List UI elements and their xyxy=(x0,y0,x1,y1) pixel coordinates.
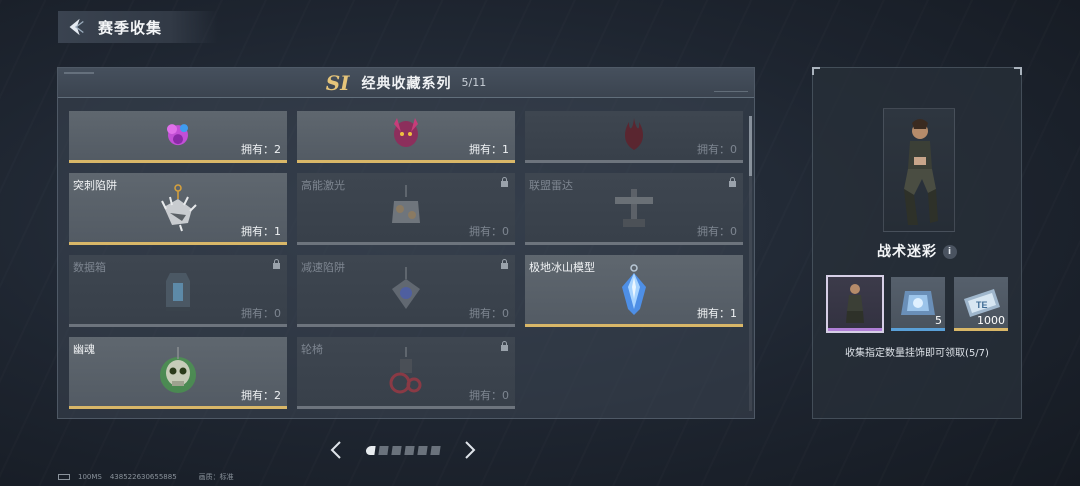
collection-card[interactable]: 突刺陷阱 拥有：1 xyxy=(69,173,287,245)
lock-icon xyxy=(501,177,508,187)
page-dot[interactable] xyxy=(378,445,389,455)
owned-count: 拥有：0 xyxy=(469,307,509,320)
owned-count: 拥有：0 xyxy=(469,389,509,402)
reward-panel: 战术迷彩 i 5 TE 1000 收集指定数量挂饰即可领取(5/7) xyxy=(812,67,1022,419)
collection-card[interactable]: 拥有：1 xyxy=(297,111,515,163)
collection-card[interactable]: 拥有：0 xyxy=(525,111,743,163)
series-progress: 5/11 xyxy=(461,76,487,89)
user-id: 438522630655885 xyxy=(109,473,177,481)
pagination xyxy=(326,437,486,463)
lock-icon xyxy=(729,177,736,187)
character-figure-icon xyxy=(904,119,938,225)
reward-items: 5 TE 1000 xyxy=(826,275,1008,333)
chevron-right-icon xyxy=(465,441,476,459)
wheelchair-icon xyxy=(389,346,422,393)
collection-card[interactable]: 数据箱 拥有：0 xyxy=(69,255,287,327)
item-name: 数据箱 xyxy=(73,261,106,274)
status-bar: 100MS 438522630655885 画质：标准 xyxy=(58,472,234,482)
jester-charm-icon xyxy=(394,117,418,147)
item-name: 突刺陷阱 xyxy=(73,179,117,192)
slow-trap-icon xyxy=(392,266,420,309)
owned-count: 拥有：0 xyxy=(697,225,737,238)
owned-count: 拥有：0 xyxy=(469,225,509,238)
reward-title: 战术迷彩 i xyxy=(813,241,1021,261)
corner-decoration xyxy=(812,67,820,75)
reward-item-skin[interactable] xyxy=(826,275,884,333)
item-name: 幽魂 xyxy=(73,343,95,356)
season-badge: SI xyxy=(325,70,350,95)
next-page-button[interactable] xyxy=(460,438,480,462)
spike-trap-icon xyxy=(161,183,197,231)
page-dot[interactable] xyxy=(391,445,402,455)
data-box-icon xyxy=(166,272,190,311)
ghost-skull-icon xyxy=(160,346,196,393)
reward-preview[interactable] xyxy=(883,108,955,232)
lock-icon xyxy=(501,341,508,351)
collection-card[interactable]: 极地冰山模型 拥有：1 xyxy=(525,255,743,327)
info-icon[interactable]: i xyxy=(943,245,957,259)
grid-scrollbar[interactable] xyxy=(749,116,752,411)
back-button[interactable] xyxy=(58,11,94,43)
collection-card[interactable]: 减速陷阱 拥有：0 xyxy=(297,255,515,327)
page-title: 赛季收集 xyxy=(98,18,163,37)
item-name: 减速陷阱 xyxy=(301,261,345,274)
owned-count: 拥有：1 xyxy=(697,307,737,320)
back-arrow-icon xyxy=(69,18,84,36)
ping-readout: 100MS xyxy=(78,473,102,481)
purple-ornament-icon xyxy=(167,123,188,145)
quality-label: 画质：标准 xyxy=(198,473,234,481)
prev-page-button[interactable] xyxy=(326,438,346,462)
item-name: 极地冰山模型 xyxy=(529,261,595,274)
owned-count: 拥有：2 xyxy=(241,143,281,156)
series-title: 经典收藏系列 xyxy=(361,75,452,92)
collection-grid: 拥有：2 拥有：1 拥有：0 突刺陷阱 拥有：1 高能激光 拥有：0 联盟雷达 … xyxy=(69,111,745,409)
series-header: SI 经典收藏系列 5/11 xyxy=(58,68,754,98)
dark-flame-icon xyxy=(624,117,644,150)
chevron-left-icon xyxy=(330,441,341,459)
page-dot-active[interactable] xyxy=(365,445,376,455)
reward-item-crate[interactable]: 5 xyxy=(891,277,945,331)
reward-quantity: 5 xyxy=(935,314,942,327)
page-dot[interactable] xyxy=(430,445,441,455)
header-decoration xyxy=(64,72,94,74)
scroll-thumb[interactable] xyxy=(749,116,752,176)
owned-count: 拥有：0 xyxy=(241,307,281,320)
reward-quantity: 1000 xyxy=(977,314,1005,327)
page-dot[interactable] xyxy=(404,445,415,455)
laser-icon xyxy=(392,184,420,223)
collection-card[interactable]: 联盟雷达 拥有：0 xyxy=(525,173,743,245)
collection-card[interactable]: 幽魂 拥有：2 xyxy=(69,337,287,409)
reward-item-ticket[interactable]: TE 1000 xyxy=(954,277,1008,331)
owned-count: 拥有：1 xyxy=(241,225,281,238)
lock-icon xyxy=(273,259,280,269)
item-name: 高能激光 xyxy=(301,179,345,192)
battery-icon xyxy=(58,474,70,480)
collection-card[interactable]: 高能激光 拥有：0 xyxy=(297,173,515,245)
owned-count: 拥有：2 xyxy=(241,389,281,402)
radar-icon xyxy=(615,188,653,227)
page-dot[interactable] xyxy=(417,445,428,455)
corner-decoration xyxy=(1014,67,1022,75)
collection-panel: SI 经典收藏系列 5/11 拥有：2 拥有：1 拥有：0 突刺陷阱 拥有：1 … xyxy=(57,67,755,419)
item-name: 联盟雷达 xyxy=(529,179,573,192)
svg-text:TE: TE xyxy=(976,300,988,310)
character-skin-icon xyxy=(846,284,864,323)
reward-description: 收集指定数量挂饰即可领取(5/7) xyxy=(845,348,989,359)
owned-count: 拥有：1 xyxy=(469,143,509,156)
page-header: 赛季收集 xyxy=(58,11,218,43)
collection-card[interactable]: 拥有：2 xyxy=(69,111,287,163)
iceberg-crystal-icon xyxy=(622,263,646,315)
item-name: 轮椅 xyxy=(301,343,323,356)
reward-name: 战术迷彩 xyxy=(877,244,937,260)
header-decoration xyxy=(714,91,748,92)
lock-icon xyxy=(501,259,508,269)
collection-card[interactable]: 轮椅 拥有：0 xyxy=(297,337,515,409)
page-indicator xyxy=(365,445,441,455)
owned-count: 拥有：0 xyxy=(697,143,737,156)
